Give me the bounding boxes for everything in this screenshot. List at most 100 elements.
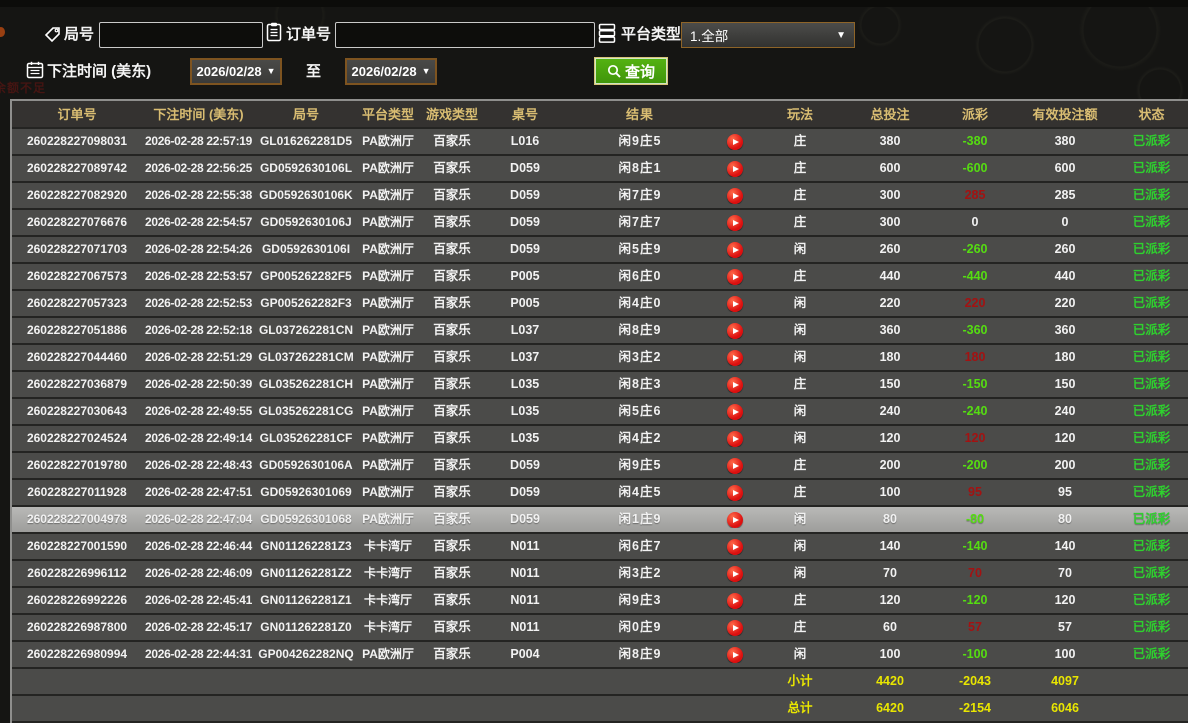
platform-type-select[interactable]: 1.全部 ▼ (681, 22, 855, 48)
table-row[interactable]: 2602282270980312026-02-28 22:57:19GL0162… (12, 129, 1188, 156)
play-video-button[interactable] (727, 242, 743, 258)
column-header-bet_on: 玩法 (755, 103, 845, 126)
play-video-button[interactable] (727, 161, 743, 177)
cell-status: 已派彩 (1115, 265, 1188, 288)
cell-order_no: 260228227001590 (12, 535, 142, 558)
cell-payout: 120 (935, 427, 1015, 450)
cell-game_no: GN011262281Z2 (255, 562, 357, 585)
edge-notification-dot (0, 27, 5, 37)
table-row-selected[interactable]: 2602282270049782026-02-28 22:47:04GD0592… (12, 507, 1188, 534)
cell-status: 已派彩 (1115, 400, 1188, 423)
order-no-input[interactable] (335, 22, 595, 48)
table-row[interactable]: 2602282270717032026-02-28 22:54:26GD0592… (12, 237, 1188, 264)
cell-result: 闲7庄9 (565, 184, 715, 207)
cell-game_no: GP004262282NQ (255, 643, 357, 666)
play-video-button[interactable] (727, 485, 743, 501)
game-no-input[interactable] (99, 22, 263, 48)
play-video-button[interactable] (727, 566, 743, 582)
play-video-button[interactable] (727, 539, 743, 555)
play-video-button[interactable] (727, 134, 743, 150)
play-video-button[interactable] (727, 323, 743, 339)
date-from-value: 2026/02/28 (197, 64, 262, 79)
play-video-button[interactable] (727, 215, 743, 231)
table-row[interactable]: 2602282270306432026-02-28 22:49:55GL0352… (12, 399, 1188, 426)
column-header-game_no: 局号 (255, 103, 357, 126)
play-video-button[interactable] (727, 296, 743, 312)
cell-order_no: 260228226992226 (12, 589, 142, 612)
play-video-button[interactable] (727, 647, 743, 663)
play-video-button[interactable] (727, 377, 743, 393)
play-video-button[interactable] (727, 458, 743, 474)
cell-table_no: D059 (485, 238, 565, 261)
cell-bet_on: 庄 (755, 184, 845, 207)
table-row[interactable]: 2602282270518862026-02-28 22:52:18GL0372… (12, 318, 1188, 345)
table-row[interactable]: 2602282270245242026-02-28 22:49:14GL0352… (12, 426, 1188, 453)
play-video-button[interactable] (727, 269, 743, 285)
play-icon (733, 409, 739, 415)
cell-total_bet: 440 (845, 265, 935, 288)
table-row[interactable]: 2602282270675732026-02-28 22:53:57GP0052… (12, 264, 1188, 291)
cell-result: 闲8庄3 (565, 373, 715, 396)
play-video-button[interactable] (727, 404, 743, 420)
play-video-button[interactable] (727, 593, 743, 609)
game-no-label: 局号 (64, 22, 94, 48)
cell-game_no: GD0592630106L (255, 157, 357, 180)
date-from-select[interactable]: 2026/02/28 ▼ (190, 58, 282, 85)
date-to-select[interactable]: 2026/02/28 ▼ (345, 58, 437, 85)
cell-status: 已派彩 (1115, 481, 1188, 504)
cell-status: 已派彩 (1115, 373, 1188, 396)
table-row[interactable]: 2602282269878002026-02-28 22:45:17GN0112… (12, 615, 1188, 642)
cell-table_no: D059 (485, 508, 565, 531)
to-label: 至 (306, 59, 321, 85)
cell-play (715, 485, 755, 501)
cell-status: 已派彩 (1115, 427, 1188, 450)
play-video-button[interactable] (727, 620, 743, 636)
column-header-status: 状态 (1115, 103, 1188, 126)
table-row[interactable]: 2602282270897422026-02-28 22:56:25GD0592… (12, 156, 1188, 183)
cell-table_no: P005 (485, 265, 565, 288)
play-video-button[interactable] (727, 188, 743, 204)
table-row[interactable]: 2602282270119282026-02-28 22:47:51GD0592… (12, 480, 1188, 507)
play-icon (733, 625, 739, 631)
cell-play (715, 350, 755, 366)
query-button[interactable]: 查询 (594, 57, 668, 85)
table-row[interactable]: 2602282270573232026-02-28 22:52:53GP0052… (12, 291, 1188, 318)
table-row[interactable]: 2602282269809942026-02-28 22:44:31GP0042… (12, 642, 1188, 669)
cell-bet_time: 2026-02-28 22:45:41 (142, 589, 255, 612)
cell-game_no: GL037262281CN (255, 319, 357, 342)
play-video-button[interactable] (727, 350, 743, 366)
platform-type-label: 平台类型 (621, 22, 681, 48)
cell-order_no: 260228227030643 (12, 400, 142, 423)
cell-platform: 卡卡湾厅 (357, 535, 419, 558)
cell-valid_bet: 57 (1015, 616, 1115, 639)
cell-bet_on: 庄 (755, 373, 845, 396)
cell-play (715, 134, 755, 150)
cell-game_no: GD05926301069 (255, 481, 357, 504)
play-icon (733, 166, 739, 172)
cell-game_no: GD0592630106A (255, 454, 357, 477)
cell-total_bet: 380 (845, 130, 935, 153)
table-row[interactable]: 2602282270829202026-02-28 22:55:38GD0592… (12, 183, 1188, 210)
table-row[interactable]: 2602282270766762026-02-28 22:54:57GD0592… (12, 210, 1188, 237)
cell-total_bet: 240 (845, 400, 935, 423)
table-row[interactable]: 2602282270368792026-02-28 22:50:39GL0352… (12, 372, 1188, 399)
cell-play (715, 512, 755, 528)
table-row[interactable]: 2602282270444602026-02-28 22:51:29GL0372… (12, 345, 1188, 372)
cell-platform: PA欧洲厅 (357, 211, 419, 234)
cell-total_bet: 300 (845, 184, 935, 207)
cell-total_bet: 120 (845, 427, 935, 450)
table-row[interactable]: 2602282270015902026-02-28 22:46:44GN0112… (12, 534, 1188, 561)
table-row[interactable]: 2602282269961122026-02-28 22:46:09GN0112… (12, 561, 1188, 588)
cell-platform: PA欧洲厅 (357, 238, 419, 261)
table-row[interactable]: 2602282270197802026-02-28 22:48:43GD0592… (12, 453, 1188, 480)
cell-platform: 卡卡湾厅 (357, 589, 419, 612)
cell-payout: 70 (935, 562, 1015, 585)
cell-total_bet: 220 (845, 292, 935, 315)
play-video-button[interactable] (727, 431, 743, 447)
table-row[interactable]: 2602282269922262026-02-28 22:45:41GN0112… (12, 588, 1188, 615)
cell-total_bet: 140 (845, 535, 935, 558)
play-video-button[interactable] (727, 512, 743, 528)
cell-status: 已派彩 (1115, 319, 1188, 342)
cell-table_no: D059 (485, 157, 565, 180)
cell-table_no: P005 (485, 292, 565, 315)
